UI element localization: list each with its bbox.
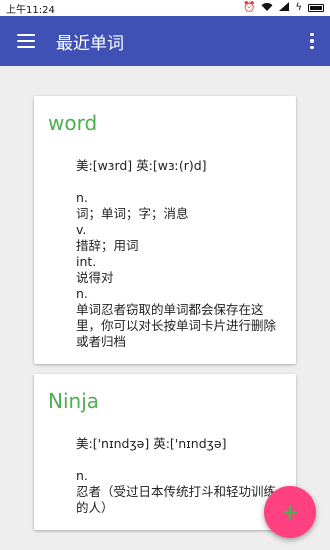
definition-line: int. [76, 254, 97, 269]
definition-line: n. [76, 468, 88, 483]
charging-icon: ϟ [295, 2, 302, 13]
battery-icon [308, 4, 324, 12]
more-vert-icon [310, 32, 314, 50]
word-definition: 美:['nɪndʒə] 英:['nɪndʒə] n. 忍者（受过日本传统打斗和轻… [48, 436, 282, 516]
word-definition: 美:[wɜrd] 英:[wɜː(r)d] n. 词；单词；字；消息 v. 措辞；… [48, 158, 282, 350]
definition-line: 单词忍者窃取的单词都会保存在这里，你可以对长按单词卡片进行删除或者归档 [76, 302, 277, 349]
page-title: 最近单词 [56, 33, 124, 54]
signal-icon [279, 2, 290, 14]
pronunciation: 美:['nɪndʒə] 英:['nɪndʒə] [76, 436, 227, 451]
definition-line: 措辞；用词 [76, 238, 139, 253]
definition-line: n. [76, 190, 88, 205]
status-bar: 上午11:24 ⏰ ϟ [0, 0, 330, 16]
definition-line: 说得对 [76, 270, 114, 285]
word-title: word [48, 111, 98, 135]
word-list: word 美:[wɜrd] 英:[wɜː(r)d] n. 词；单词；字；消息 v… [0, 66, 330, 530]
status-icons: ⏰ ϟ [243, 2, 324, 14]
word-list-container[interactable]: word 美:[wɜrd] 英:[wɜː(r)d] n. 词；单词；字；消息 v… [0, 66, 330, 550]
add-icon: + [280, 499, 300, 525]
alarm-icon: ⏰ [242, 2, 256, 13]
word-title: Ninja [48, 389, 100, 413]
definition-line: 词；单词；字；消息 [76, 206, 189, 221]
word-card[interactable]: Ninja 美:['nɪndʒə] 英:['nɪndʒə] n. 忍者（受过日本… [34, 374, 296, 530]
more-options-button[interactable] [294, 16, 330, 66]
word-card[interactable]: word 美:[wɜrd] 英:[wɜː(r)d] n. 词；单词；字；消息 v… [34, 96, 296, 364]
definition-line: 忍者（受过日本传统打斗和轻功训练的人） [76, 484, 277, 515]
add-button[interactable]: + [264, 486, 316, 538]
definition-line: v. [76, 222, 87, 237]
pronunciation: 美:[wɜrd] 英:[wɜː(r)d] [76, 158, 207, 173]
app-bar: 最近单词 [0, 16, 330, 66]
menu-button[interactable] [0, 16, 52, 66]
hamburger-icon [17, 34, 35, 48]
definition-line: n. [76, 286, 88, 301]
wifi-icon [261, 2, 273, 14]
status-time: 上午11:24 [6, 4, 55, 16]
